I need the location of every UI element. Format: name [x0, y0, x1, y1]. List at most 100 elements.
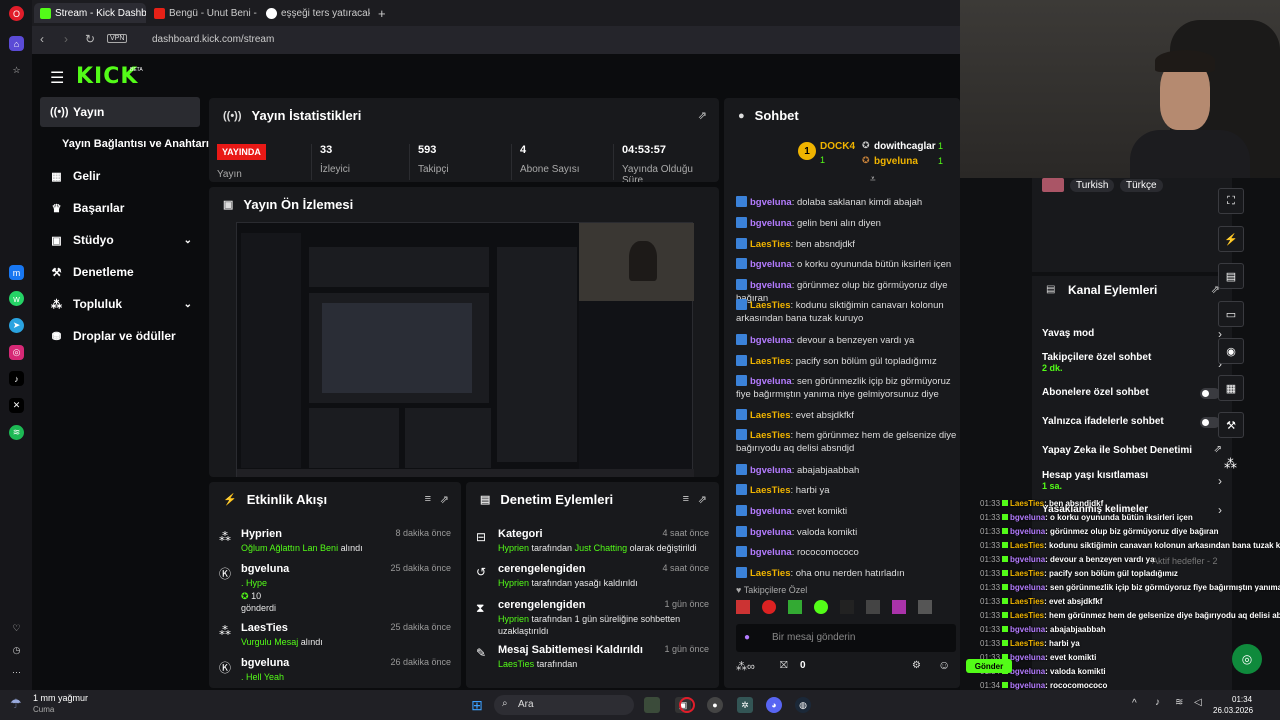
chat-username[interactable]: bgveluna — [750, 218, 792, 229]
home-icon[interactable]: ⌂ — [9, 36, 24, 51]
messenger-icon[interactable]: m — [9, 265, 24, 280]
document-icon[interactable]: ▤ — [1218, 263, 1244, 289]
emote-only-toggle[interactable] — [1200, 417, 1220, 428]
emote-icon[interactable] — [762, 600, 776, 614]
subscribers-only-toggle[interactable] — [1200, 388, 1220, 399]
chat-username[interactable]: LaesTies — [750, 356, 791, 367]
tag-chip[interactable]: Turkish — [1070, 179, 1115, 192]
microphone-icon[interactable]: ♪ — [1155, 697, 1160, 708]
taskbar-search[interactable]: ⌕ Ara — [494, 695, 634, 715]
account-age-row[interactable]: Hesap yaşı kısıtlaması 1 sa. — [1042, 470, 1227, 491]
new-tab-button[interactable]: + — [372, 3, 392, 23]
emote-icon[interactable] — [736, 600, 750, 614]
tag-chip[interactable]: Türkçe — [1120, 179, 1163, 192]
emote-icon[interactable] — [788, 600, 802, 614]
chat-username[interactable]: LaesTies — [750, 410, 791, 421]
nav-yayin[interactable]: ((•)) Yayın — [40, 97, 200, 127]
emote-icon[interactable] — [840, 600, 854, 614]
tab-youtube-music[interactable]: Bengü - Unut Beni - Y — [148, 3, 258, 23]
clock-date[interactable]: 26.03.2026 — [1213, 706, 1253, 715]
tab-google-search[interactable]: eşşeği ters yatıracaksın d — [260, 3, 370, 23]
emote-icon[interactable] — [892, 600, 906, 614]
gift-icon[interactable]: ⛝ — [780, 660, 788, 671]
url-field[interactable]: dashboard.kick.com/stream — [152, 34, 274, 45]
x-icon[interactable]: ✕ — [9, 398, 24, 413]
chat-input[interactable]: Bir mesaj gönderin — [772, 632, 855, 643]
wrench-icon[interactable]: ⚒ — [1218, 412, 1244, 438]
obs-icon[interactable]: ● — [707, 697, 723, 713]
nav-droplar[interactable]: ⛃ Droplar ve ödüller — [40, 321, 200, 351]
community-icon[interactable]: ⁂ — [1224, 456, 1237, 472]
vpn-badge[interactable]: VPN — [107, 34, 128, 43]
forward-icon[interactable]: › — [64, 32, 68, 46]
instagram-icon[interactable]: ◎ — [9, 345, 24, 360]
back-icon[interactable]: ‹ — [40, 32, 44, 46]
microphone-icon[interactable]: ● — [744, 632, 750, 643]
chat-icon[interactable]: ▭ — [1218, 301, 1244, 327]
nav-topluluk[interactable]: ⁂ Topluluk ⌄ — [40, 289, 200, 319]
steam-icon[interactable]: ◍ — [795, 697, 811, 713]
emote-icon[interactable] — [814, 600, 828, 614]
chat-username[interactable]: LaesTies — [750, 568, 791, 579]
chat-username[interactable]: LaesTies — [750, 300, 791, 311]
chat-username[interactable]: bgveluna — [750, 335, 792, 346]
ai-moderation-row[interactable]: Yapay Zeka ile Sohbet Denetimi — [1042, 445, 1227, 456]
emote-icon[interactable] — [918, 600, 932, 614]
more-icon[interactable]: ⋯ — [9, 665, 24, 680]
opera-logo-icon[interactable]: O — [9, 6, 24, 21]
nav-basarilar[interactable]: ♛ Başarılar — [40, 193, 200, 223]
opera-taskbar-icon[interactable] — [679, 697, 695, 713]
popout-icon[interactable]: ⇗ — [698, 109, 707, 122]
collapse-icon[interactable]: ⩡ — [870, 174, 876, 185]
send-chat-button[interactable]: Gönder — [966, 659, 1012, 673]
chat-username[interactable]: LaesTies — [750, 430, 791, 441]
tiktok-icon[interactable]: ♪ — [9, 371, 24, 386]
app-thumbnail-icon[interactable] — [644, 697, 660, 713]
volume-icon[interactable]: ◁ — [1194, 697, 1202, 708]
wifi-icon[interactable]: ≋ — [1175, 697, 1183, 708]
community-icon[interactable]: ⁂∞ — [736, 660, 755, 673]
chat-username[interactable]: bgveluna — [750, 376, 792, 387]
chat-username[interactable]: LaesTies — [750, 239, 791, 250]
lightning-icon[interactable]: ⚡ — [1218, 226, 1244, 252]
filter-icon[interactable]: ≡ — [683, 493, 689, 505]
nav-stream-key[interactable]: Yayın Bağlantısı ve Anahtarı — [52, 129, 212, 159]
emote-picker-icon[interactable]: ☺ — [938, 658, 950, 672]
broadcast-icon[interactable]: ◉ — [1218, 338, 1244, 364]
clock-time[interactable]: 01:34 — [1232, 695, 1252, 704]
menu-icon[interactable]: ☰ — [50, 68, 64, 88]
star-icon[interactable]: ☆ — [9, 63, 24, 78]
spotify-icon[interactable]: ≋ — [9, 425, 24, 440]
nav-gelir[interactable]: ▦ Gelir — [40, 161, 200, 191]
chat-username[interactable]: bgveluna — [750, 465, 792, 476]
moderation-icon[interactable]: ▦ — [1218, 375, 1244, 401]
followers-only-row[interactable]: Takipçilere özel sohbet 2 dk. — [1042, 352, 1227, 373]
chat-input-box[interactable]: ● Bir mesaj gönderin — [736, 624, 956, 652]
chevron-up-icon[interactable]: ^ — [1132, 698, 1137, 709]
nav-studyo[interactable]: ▣ Stüdyo ⌄ — [40, 225, 200, 255]
slow-mode-row[interactable]: Yavaş mod — [1042, 328, 1227, 339]
whatsapp-icon[interactable]: w — [9, 291, 24, 306]
reload-icon[interactable]: ↻ — [85, 32, 95, 46]
chat-username[interactable]: bgveluna — [750, 547, 792, 558]
popout-icon[interactable]: ⇗ — [698, 493, 707, 506]
chat-username[interactable]: bgveluna — [750, 280, 792, 291]
nav-denetleme[interactable]: ⚒ Denetleme — [40, 257, 200, 287]
chevron-right-icon[interactable]: › — [1218, 474, 1222, 488]
chat-username[interactable]: LaesTies — [750, 485, 791, 496]
external-link-icon[interactable]: ⇗ — [1214, 444, 1222, 455]
chat-username[interactable]: bgveluna — [750, 527, 792, 538]
tab-kick-dashboard[interactable]: Stream - Kick Dashboard — [34, 3, 146, 23]
stream-preview-video[interactable] — [236, 222, 694, 477]
discord-icon[interactable]: ◕ — [766, 697, 782, 713]
telegram-icon[interactable]: ➤ — [9, 318, 24, 333]
heart-icon[interactable]: ♡ — [9, 621, 24, 636]
settings-icon[interactable]: ⚙ — [912, 660, 921, 671]
windows-start-icon[interactable]: ⊞ — [469, 697, 485, 713]
chat-username[interactable]: bgveluna — [750, 259, 792, 270]
emote-icon[interactable] — [866, 600, 880, 614]
fullscreen-icon[interactable]: ⛶ — [1218, 188, 1244, 214]
history-icon[interactable]: ◷ — [9, 643, 24, 658]
filter-icon[interactable]: ≡ — [425, 493, 431, 505]
weather-icon[interactable]: ☂ — [10, 696, 22, 712]
